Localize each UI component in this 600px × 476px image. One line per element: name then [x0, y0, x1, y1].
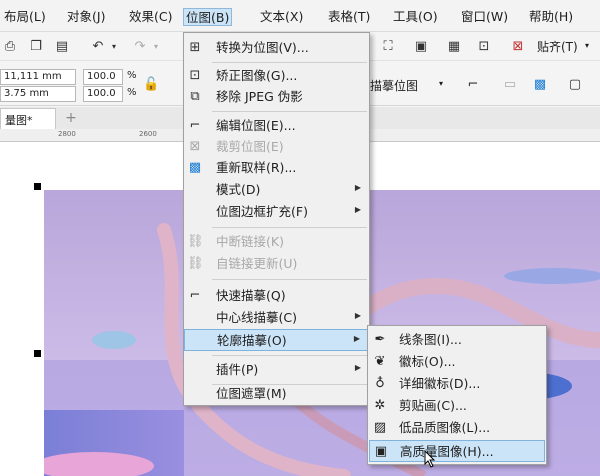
menu-text[interactable]: 文本(X)	[258, 8, 305, 26]
menu-help[interactable]: 帮助(H)	[527, 8, 575, 26]
detailed-logo-icon: ♁	[375, 376, 385, 391]
trace-bitmap-dropdown[interactable]: 描摹位图	[370, 77, 418, 94]
copy-icon[interactable]: ❐	[28, 39, 44, 55]
menu-separator	[212, 227, 367, 228]
crop-bitmap-icon: ⊠	[189, 139, 201, 154]
bitmap-menu: ⊞ 转换为位图(V)... ⊡ 矫正图像(G)... ⧉ 移除 JPEG 伪影 …	[183, 32, 370, 406]
add-document-icon[interactable]: +	[62, 109, 80, 127]
menu-item-straighten-image[interactable]: ⊡ 矫正图像(G)...	[184, 65, 369, 87]
menu-item-resample[interactable]: ▩ 重新取样(R)...	[184, 157, 369, 179]
high-quality-image-icon: ▣	[374, 444, 388, 459]
submenu-item-clipart[interactable]: ✲ 剪贴画(C)...	[369, 395, 545, 417]
menu-tools[interactable]: 工具(O)	[391, 8, 440, 26]
percent-y: %	[127, 87, 137, 98]
width-field[interactable]: 11,111 mm	[0, 69, 76, 85]
document-tab-label: 量图*	[5, 114, 33, 127]
undo-dropdown-icon[interactable]: ▾	[106, 39, 122, 55]
snap-to-button[interactable]: 贴齐(T)	[537, 39, 578, 55]
lock-ratio-icon[interactable]: 🔓	[143, 77, 159, 93]
document-tab[interactable]: 量图*	[0, 108, 56, 129]
show-grid-icon[interactable]: ▦	[446, 39, 462, 55]
submenu-item-logo[interactable]: ❦ 徽标(O)...	[369, 351, 545, 373]
menu-item-plugins[interactable]: 插件(P) ▶	[184, 359, 369, 381]
show-rulers-icon[interactable]: ▣	[413, 39, 429, 55]
redo-dropdown-icon[interactable]: ▾	[148, 39, 164, 55]
guidelines-icon[interactable]: ⊡	[476, 39, 492, 55]
menu-table[interactable]: 表格(T)	[326, 8, 372, 26]
crop-tool-icon[interactable]: ⌐	[465, 77, 481, 93]
submenu-arrow-icon: ▶	[354, 311, 361, 320]
menu-effects[interactable]: 效果(C)	[127, 8, 174, 26]
menu-item-outline-trace[interactable]: 轮廓描摹(O) ▶	[184, 329, 369, 351]
convert-bitmap-icon: ⊞	[189, 40, 201, 55]
menu-item-bitmap-mask[interactable]: 位图遮罩(M)	[184, 383, 369, 405]
menu-item-centerline-trace[interactable]: 中心线描摹(C) ▶	[184, 307, 369, 329]
menu-object[interactable]: 对象(J)	[65, 8, 107, 26]
menu-window[interactable]: 窗口(W)	[459, 8, 510, 26]
selection-handle[interactable]	[34, 183, 41, 190]
undo-icon[interactable]: ↶	[90, 39, 106, 55]
menu-item-break-link[interactable]: ⛓ 中断链接(K)	[184, 231, 369, 253]
bitmap-mask-tool-icon[interactable]: ▩	[532, 77, 548, 93]
trace-dropdown-arrow-icon[interactable]: ▾	[439, 79, 443, 88]
outline-trace-submenu: ✒ 线条图(I)... ❦ 徽标(O)... ♁ 详细徽标(D)... ✲ 剪贴…	[367, 325, 547, 465]
submenu-item-low-quality-image[interactable]: ▨ 低品质图像(L)...	[369, 417, 545, 439]
menu-bar: 布局(L) 对象(J) 效果(C) 位图(B) 文本(X) 表格(T) 工具(O…	[0, 0, 600, 32]
ruler-label: 2600	[139, 130, 157, 138]
submenu-arrow-icon: ▶	[354, 363, 361, 372]
menu-item-edit-bitmap[interactable]: ⌐ 编辑位图(E)...	[184, 115, 369, 137]
line-art-icon: ✒	[374, 332, 386, 347]
menu-item-inflate-bitmap[interactable]: 位图边框扩充(F) ▶	[184, 201, 369, 223]
menu-separator	[212, 355, 367, 356]
menu-layout[interactable]: 布局(L)	[2, 8, 48, 26]
quick-trace-icon: ⌐	[189, 288, 201, 303]
menu-separator	[212, 62, 367, 63]
menu-item-quick-trace[interactable]: ⌐ 快速描摹(Q)	[184, 285, 369, 307]
outline-tool-icon[interactable]: ▢	[567, 77, 583, 93]
update-link-icon: ⛓	[187, 256, 204, 271]
jpeg-artifact-icon: ⧉	[190, 89, 200, 104]
submenu-item-high-quality-image[interactable]: ▣ 高质量图像(H)...	[369, 440, 545, 462]
resample-icon: ▩	[188, 160, 202, 175]
scale-x-field[interactable]: 100.0	[83, 69, 123, 85]
clipart-icon: ✲	[374, 398, 386, 413]
scale-y-field[interactable]: 100.0	[83, 86, 123, 102]
low-quality-image-icon: ▨	[373, 420, 387, 435]
redo-icon[interactable]: ↷	[132, 39, 148, 55]
submenu-arrow-icon: ▶	[353, 334, 360, 343]
paste-icon[interactable]: ▤	[54, 39, 70, 55]
resample-tool-icon[interactable]: ▭	[502, 77, 518, 93]
edit-bitmap-icon: ⌐	[189, 118, 201, 133]
submenu-item-detailed-logo[interactable]: ♁ 详细徽标(D)...	[369, 373, 545, 395]
ruler-label: 2800	[58, 130, 76, 138]
menu-separator	[212, 279, 367, 280]
logo-icon: ❦	[374, 354, 386, 369]
menu-item-update-from-link[interactable]: ⛓ 自链接更新(U)	[184, 253, 369, 275]
snap-icon[interactable]: ⊠	[510, 39, 526, 55]
submenu-arrow-icon: ▶	[354, 183, 361, 192]
mouse-cursor-icon	[424, 450, 436, 468]
menu-item-mode[interactable]: 模式(D) ▶	[184, 179, 369, 201]
snap-dropdown-icon[interactable]: ▾	[585, 41, 589, 50]
selection-handle[interactable]	[34, 350, 41, 357]
menu-bitmap[interactable]: 位图(B)	[183, 8, 233, 26]
percent-x: %	[127, 70, 137, 81]
height-field[interactable]: 3.75 mm	[0, 86, 76, 102]
submenu-item-line-art[interactable]: ✒ 线条图(I)...	[369, 329, 545, 351]
straighten-icon: ⊡	[189, 68, 201, 83]
menu-item-convert-to-bitmap[interactable]: ⊞ 转换为位图(V)...	[184, 37, 369, 59]
menu-item-remove-jpeg-artifacts[interactable]: ⧉ 移除 JPEG 伪影	[184, 86, 369, 108]
menu-separator	[212, 111, 367, 112]
export-icon[interactable]: ⎙	[2, 39, 18, 55]
submenu-arrow-icon: ▶	[354, 205, 361, 214]
break-link-icon: ⛓	[187, 234, 204, 249]
full-screen-icon[interactable]: ⛶	[380, 39, 396, 55]
menu-item-crop-bitmap[interactable]: ⊠ 裁剪位图(E)	[184, 136, 369, 158]
